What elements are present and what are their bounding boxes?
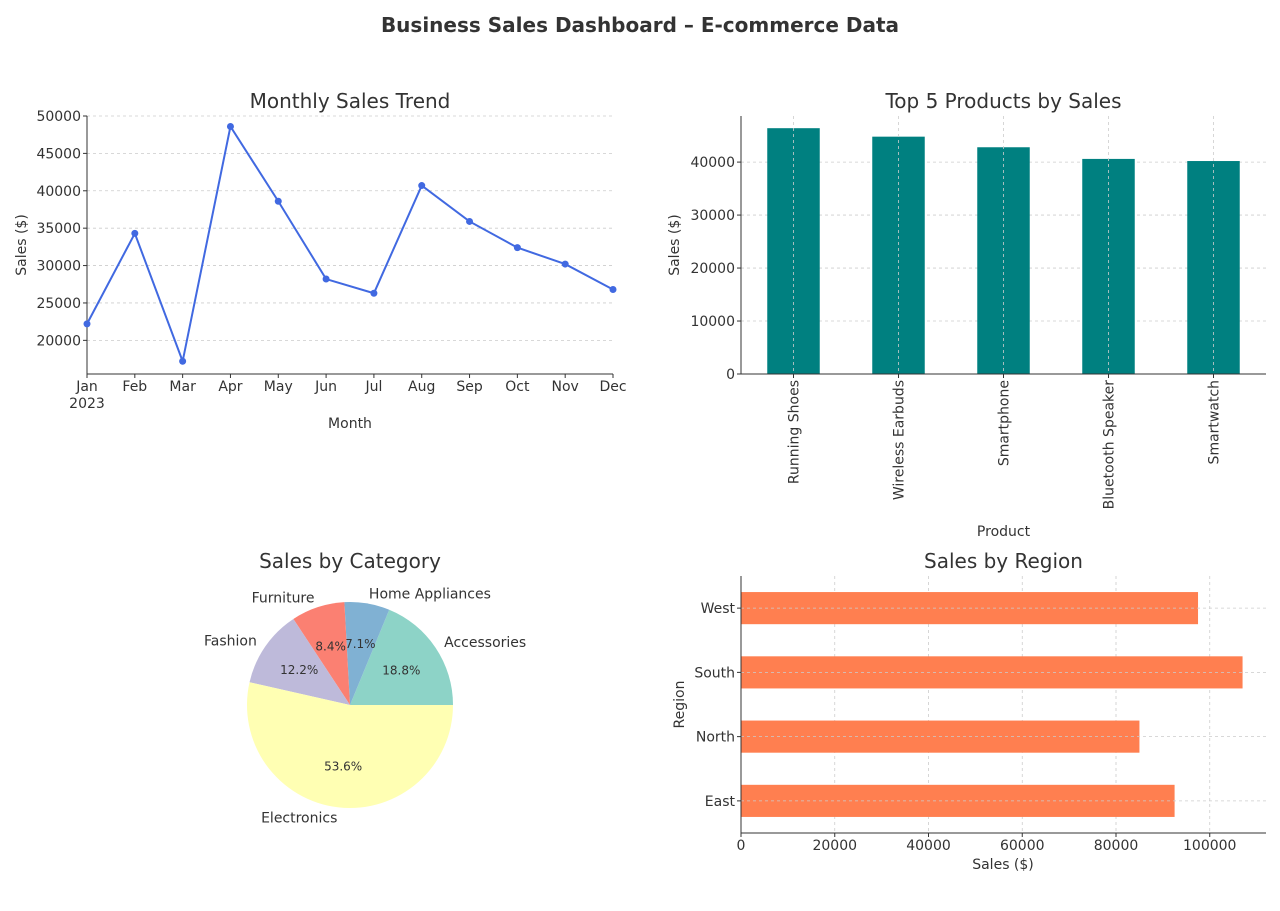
x-tick-label: 100000: [1183, 838, 1236, 854]
sales-by-region-chart: Sales by Region 0 20000 40000 60000 80000 1000…: [672, 549, 1266, 873]
y-tick-label: East: [705, 794, 736, 810]
x-tick-label: Bluetooth Speaker: [1102, 380, 1118, 510]
x-tick-label: Dec: [599, 379, 626, 395]
slice-category-label: Fashion: [204, 633, 257, 649]
x-tick-label: May: [264, 379, 293, 395]
data-point: [83, 320, 91, 328]
slice-percent-label: 12.2%: [280, 663, 318, 677]
x-axis-label: Sales ($): [972, 857, 1034, 873]
y-tick-label: 0: [726, 367, 735, 383]
data-point: [418, 182, 426, 190]
x-tick-label: Aug: [408, 379, 435, 395]
x-tick-label: Mar: [169, 379, 196, 395]
y-tick-label: 40000: [690, 155, 735, 171]
monthly-sales-trend-chart: Monthly Sales Trend 20000 25000 30000 35000 4…: [14, 89, 627, 432]
dashboard-charts: Monthly Sales Trend 20000 25000 30000 35000 4…: [14, 89, 1266, 873]
sales-by-category-chart: Sales by Category 18.8% Accessories 7.1% Hom…: [204, 549, 526, 827]
data-point: [322, 275, 330, 283]
data-point: [466, 217, 474, 225]
x-tick-label: 80000: [1094, 838, 1139, 854]
chart-title: Top 5 Products by Sales: [884, 89, 1121, 113]
slice-category-label: Home Appliances: [369, 586, 491, 602]
x-tick-label: Smartphone: [997, 380, 1013, 466]
y-tick-label: 10000: [690, 314, 735, 330]
y-axis-label: Region: [672, 681, 688, 729]
slice-percent-label: 18.8%: [382, 664, 420, 678]
y-tick-label: 50000: [36, 109, 81, 125]
x-axis-label: Month: [328, 416, 372, 432]
y-axis-label: Sales ($): [14, 214, 30, 276]
x-axis-label: Product: [977, 524, 1031, 540]
data-point: [513, 244, 521, 252]
y-tick-label: 30000: [36, 259, 81, 275]
x-tick-year-label: 2023: [69, 396, 105, 412]
x-tick-label: Jul: [364, 379, 382, 395]
y-tick-label: 45000: [36, 146, 81, 162]
x-tick-label: Jan: [75, 379, 98, 395]
y-tick-label: North: [696, 730, 735, 746]
y-tick-label: 25000: [36, 296, 81, 312]
data-point: [226, 122, 234, 130]
slice-percent-label: 7.1%: [345, 637, 376, 651]
x-tick-label: Jun: [314, 379, 337, 395]
chart-title: Sales by Category: [259, 549, 441, 573]
y-tick-label: South: [694, 665, 735, 681]
chart-title: Monthly Sales Trend: [250, 89, 451, 113]
x-tick-label: Smartwatch: [1207, 380, 1223, 464]
x-tick-label: Nov: [552, 379, 579, 395]
x-tick-label: Sep: [456, 379, 483, 395]
y-tick-label: 20000: [690, 261, 735, 277]
x-tick-label: Running Shoes: [787, 380, 803, 484]
slice-category-label: Furniture: [252, 590, 315, 606]
slice-percent-label: 8.4%: [315, 639, 346, 653]
x-tick-label: Oct: [505, 379, 530, 395]
y-tick-label: 35000: [36, 221, 81, 237]
data-point: [609, 285, 617, 293]
data-point: [179, 357, 187, 365]
series-line: [86, 123, 614, 365]
y-tick-label: West: [701, 601, 736, 617]
y-tick-label: 40000: [36, 184, 81, 200]
data-point: [370, 289, 378, 297]
x-tick-label: 60000: [1000, 838, 1045, 854]
x-tick-label: Wireless Earbuds: [892, 380, 908, 500]
data-point: [561, 260, 569, 268]
top-products-chart: Top 5 Products by Sales 0 10000 20000 30000 4…: [667, 89, 1266, 540]
chart-title: Sales by Region: [924, 549, 1083, 573]
data-point: [131, 229, 139, 237]
data-point: [274, 197, 282, 205]
x-tick-label: 0: [737, 838, 746, 854]
y-tick-label: 20000: [36, 333, 81, 349]
x-tick-label: 40000: [906, 838, 951, 854]
y-axis-label: Sales ($): [667, 214, 683, 276]
y-tick-label: 30000: [690, 208, 735, 224]
x-tick-label: Apr: [218, 379, 242, 395]
slice-category-label: Accessories: [444, 635, 526, 651]
slice-category-label: Electronics: [261, 811, 337, 827]
x-tick-label: Feb: [122, 379, 147, 395]
slice-percent-label: 53.6%: [324, 759, 362, 773]
x-tick-label: 20000: [812, 838, 857, 854]
